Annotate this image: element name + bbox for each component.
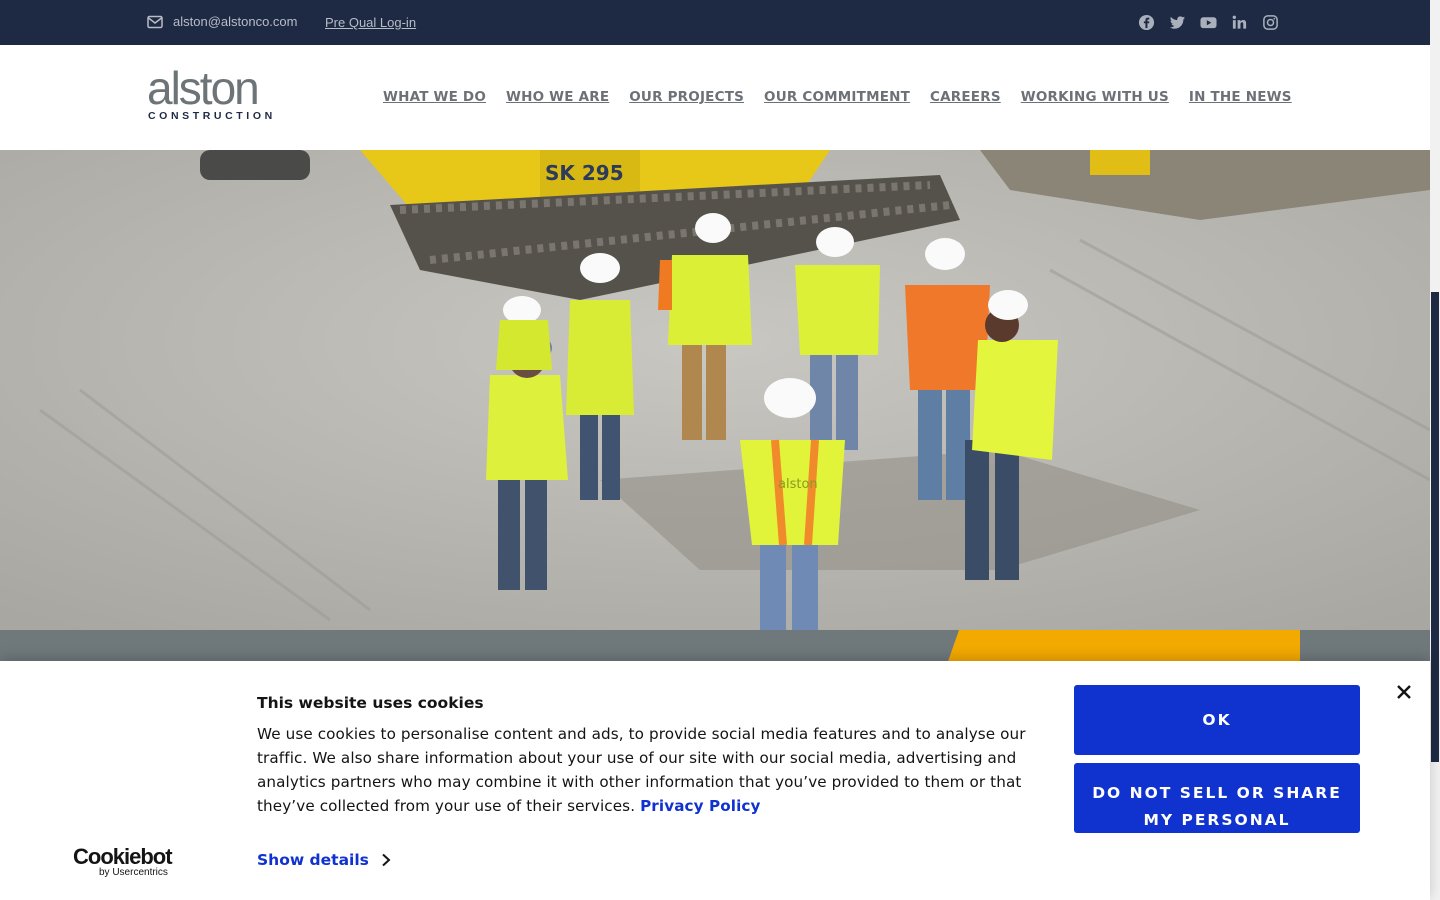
site-header: alston CONSTRUCTION WHAT WE DO WHO WE AR… bbox=[0, 45, 1430, 150]
cookie-ok-button[interactable]: OK bbox=[1074, 685, 1360, 755]
construction-crew-photo: SK 295 alston bbox=[0, 150, 1430, 630]
social-links bbox=[1137, 13, 1280, 32]
linkedin-icon[interactable] bbox=[1230, 13, 1249, 32]
scrollbar-thumb[interactable] bbox=[1431, 292, 1439, 762]
nav-in-the-news[interactable]: IN THE NEWS bbox=[1189, 89, 1292, 105]
prequal-login-link[interactable]: Pre Qual Log-in bbox=[325, 15, 416, 30]
facebook-icon[interactable] bbox=[1137, 13, 1156, 32]
show-details-label: Show details bbox=[257, 851, 369, 869]
nav-our-projects[interactable]: OUR PROJECTS bbox=[629, 89, 744, 105]
twitter-icon[interactable] bbox=[1168, 13, 1187, 32]
show-details-button[interactable]: Show details bbox=[257, 851, 391, 869]
hero-image: SK 295 alston bbox=[0, 150, 1430, 630]
email-link[interactable]: alston@alstonco.com bbox=[147, 14, 297, 29]
logo-subtitle: CONSTRUCTION bbox=[148, 110, 276, 122]
instagram-icon[interactable] bbox=[1261, 13, 1280, 32]
envelope-icon bbox=[147, 15, 163, 28]
top-bar: alston@alstonco.com Pre Qual Log-in bbox=[0, 0, 1430, 45]
alston-logo[interactable]: alston CONSTRUCTION bbox=[147, 62, 292, 125]
nav-what-we-do[interactable]: WHAT WE DO bbox=[383, 89, 486, 105]
cookie-title: This website uses cookies bbox=[257, 694, 484, 712]
nav-our-commitment[interactable]: OUR COMMITMENT bbox=[764, 89, 910, 105]
vest-logo: alston bbox=[778, 477, 818, 492]
close-icon[interactable] bbox=[1395, 683, 1413, 701]
nav-careers[interactable]: CAREERS bbox=[930, 89, 1001, 105]
nav-who-we-are[interactable]: WHO WE ARE bbox=[506, 89, 609, 105]
do-not-sell-button[interactable]: DO NOT SELL OR SHARE MY PERSONAL INFORMA… bbox=[1074, 763, 1360, 833]
email-text: alston@alstonco.com bbox=[173, 14, 298, 29]
cookiebot-brand-sub: by Usercentrics bbox=[99, 867, 168, 878]
privacy-policy-link[interactable]: Privacy Policy bbox=[640, 797, 760, 815]
cookie-banner: Cookiebot by Usercentrics This website u… bbox=[0, 661, 1430, 900]
nav-working-with-us[interactable]: WORKING WITH US bbox=[1021, 89, 1169, 105]
cookie-body: We use cookies to personalise content an… bbox=[257, 722, 1057, 818]
chevron-right-icon bbox=[382, 853, 391, 867]
youtube-icon[interactable] bbox=[1199, 13, 1218, 32]
machine-label: SK 295 bbox=[545, 161, 624, 185]
cookiebot-logo: Cookiebot by Usercentrics bbox=[73, 844, 173, 878]
main-nav: WHAT WE DO WHO WE ARE OUR PROJECTS OUR C… bbox=[383, 89, 1292, 105]
logo-word: alston bbox=[147, 62, 260, 114]
